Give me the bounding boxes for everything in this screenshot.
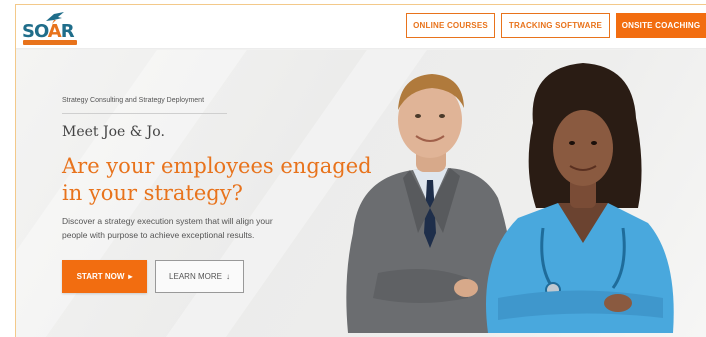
nurse-figure xyxy=(486,63,674,333)
headline-line-2: in your strategy? xyxy=(62,181,243,205)
chevron-right-icon: ▸ xyxy=(128,272,133,281)
learn-more-label: LEARN MORE xyxy=(169,272,222,281)
description-line-1: Discover a strategy execution system tha… xyxy=(62,216,273,226)
start-now-button[interactable]: START NOW ▸ xyxy=(62,260,147,293)
description-line-2: people with purpose to achieve exception… xyxy=(62,230,255,240)
eyebrow-divider xyxy=(62,113,227,114)
logo-wordmark: SOAR xyxy=(22,21,75,42)
nav-onsite-coaching[interactable]: ONSITE COACHING xyxy=(616,13,706,38)
nav-tracking-software[interactable]: TRACKING SOFTWARE xyxy=(501,13,610,38)
hero-intro: Meet Joe & Jo. xyxy=(62,124,165,140)
main-nav: ONLINE COURSES TRACKING SOFTWARE ONSITE … xyxy=(406,13,706,38)
hero-eyebrow: Strategy Consulting and Strategy Deploym… xyxy=(62,97,205,104)
arrow-down-icon: ↓ xyxy=(225,272,230,281)
hero-people-image xyxy=(346,63,674,333)
learn-more-button[interactable]: LEARN MORE ↓ xyxy=(155,260,244,293)
start-now-label: START NOW xyxy=(76,272,125,281)
hero-description: Discover a strategy execution system tha… xyxy=(62,214,322,242)
nav-online-courses[interactable]: ONLINE COURSES xyxy=(406,13,495,38)
top-navigation-bar: SOAR ONLINE COURSES TRACKING SOFTWARE ON… xyxy=(16,5,706,49)
soar-logo[interactable]: SOAR xyxy=(22,11,80,45)
logo-tagline-bar xyxy=(23,40,77,45)
